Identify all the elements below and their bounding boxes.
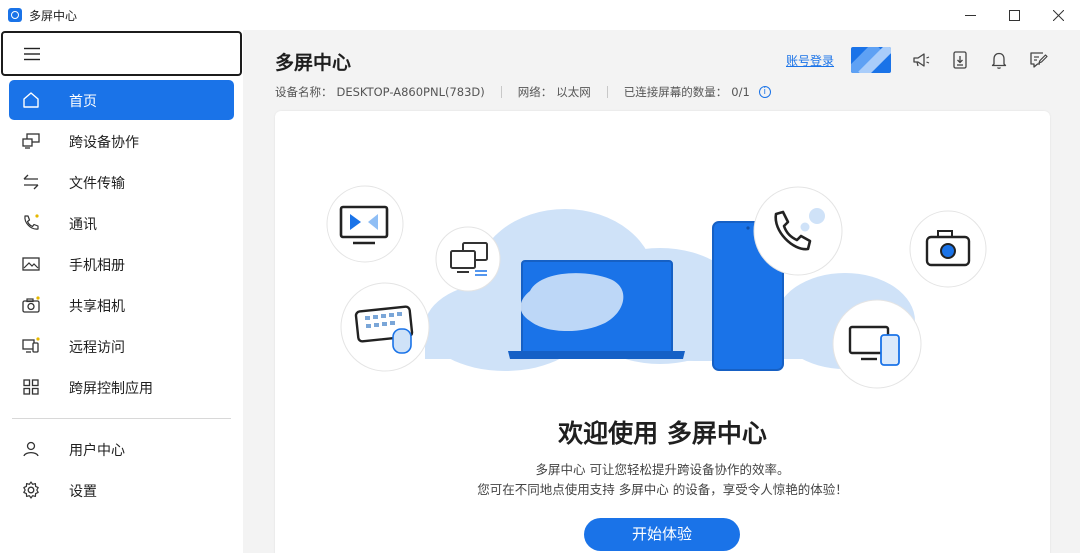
separator	[500, 86, 502, 98]
feedback-edit-icon[interactable]	[1028, 50, 1048, 70]
call-bubble	[753, 186, 843, 276]
sidebar-item-home[interactable]: 首页	[9, 80, 234, 120]
sidebar-item-label: 共享相机	[69, 299, 125, 315]
device-name-label: 设备名称：	[275, 85, 333, 99]
bell-icon[interactable]	[989, 50, 1009, 70]
device-info-bar: 设备名称： DESKTOP-A860PNL(783D) 网络： 以太网 已连接屏…	[275, 84, 771, 100]
info-icon[interactable]: i	[758, 86, 771, 98]
sidebar: 首页 跨设备协作 文件传输 通讯 手机相册 共享相机 远程访问 跨屏控制应用 用…	[0, 30, 243, 553]
app-logo-icon	[8, 8, 22, 22]
sidebar-item-communication[interactable]: 通讯	[9, 203, 234, 243]
sidebar-item-cross-screen-apps[interactable]: 跨屏控制应用	[9, 367, 234, 407]
sidebar-item-label: 文件传输	[69, 176, 125, 192]
maximize-button[interactable]	[991, 0, 1037, 30]
close-icon	[1052, 9, 1064, 21]
megaphone-icon[interactable]	[911, 50, 931, 70]
photo-icon	[22, 257, 40, 271]
video-screen-bubble	[326, 185, 404, 263]
sidebar-item-label: 设置	[69, 484, 97, 500]
network-value: 以太网	[556, 85, 591, 99]
sidebar-item-settings[interactable]: 设置	[9, 470, 234, 510]
apps-grid-icon	[23, 379, 39, 395]
connected-screens-label: 已连接屏幕的数量：	[623, 85, 728, 99]
remote-access-icon	[22, 337, 40, 353]
home-icon	[23, 92, 39, 108]
title-bar: 多屏中心	[0, 0, 1080, 30]
sidebar-item-cross-device[interactable]: 跨设备协作	[9, 121, 234, 161]
account-login-link[interactable]: 账号登录	[786, 52, 834, 69]
sidebar-item-remote-access[interactable]: 远程访问	[9, 326, 234, 366]
page-title: 多屏中心	[275, 52, 352, 74]
download-icon[interactable]	[950, 50, 970, 70]
sidebar-item-label: 手机相册	[69, 258, 125, 274]
gear-icon	[23, 481, 39, 499]
welcome-description-line-2: 您可在不同地点使用支持 多屏中心 的设备，享受令人惊艳的体验！	[477, 482, 848, 497]
welcome-description-line-1: 多屏中心 可让您轻松提升跨设备协作的效率。	[535, 462, 790, 477]
menu-toggle-button[interactable]	[1, 31, 242, 76]
phone-icon	[24, 214, 39, 230]
multi-screen-bubble	[435, 226, 501, 292]
sidebar-item-label: 跨设备协作	[69, 135, 139, 151]
hero-illustration	[326, 185, 987, 389]
sidebar-item-phone-album[interactable]: 手机相册	[9, 244, 234, 284]
sidebar-item-label: 首页	[69, 94, 97, 110]
camera-bubble	[909, 210, 987, 288]
user-icon	[23, 441, 39, 457]
welcome-card: 欢迎使用 多屏中心 多屏中心 可让您轻松提升跨设备协作的效率。 您可在不同地点使…	[275, 111, 1050, 553]
cross-device-icon	[22, 133, 40, 149]
camera-icon	[22, 296, 40, 313]
sidebar-item-label: 通讯	[69, 217, 97, 233]
sidebar-item-label: 远程访问	[69, 340, 125, 356]
promo-banner-button[interactable]	[851, 47, 891, 73]
sidebar-item-file-transfer[interactable]: 文件传输	[9, 162, 234, 202]
welcome-heading: 欢迎使用 多屏中心	[558, 419, 767, 448]
network-label: 网络：	[517, 85, 553, 99]
sidebar-item-user-center[interactable]: 用户中心	[9, 429, 234, 469]
separator	[606, 86, 608, 98]
device-name-value: DESKTOP-A860PNL(783D)	[336, 85, 485, 99]
transfer-arrows-icon	[23, 174, 39, 190]
window-title: 多屏中心	[29, 9, 78, 23]
keyboard-mouse-bubble	[340, 282, 430, 372]
sidebar-item-label: 用户中心	[69, 443, 125, 459]
close-button[interactable]	[1035, 0, 1080, 30]
maximize-icon	[1008, 9, 1020, 21]
start-experience-button[interactable]: 开始体验	[584, 518, 740, 551]
sidebar-item-shared-camera[interactable]: 共享相机	[9, 285, 234, 325]
connected-screens-value: 0/1	[731, 85, 750, 99]
hamburger-icon	[24, 47, 40, 61]
minimize-icon	[964, 14, 976, 16]
minimize-button[interactable]	[947, 0, 993, 30]
sidebar-divider	[12, 418, 231, 419]
monitor-phone-bubble	[832, 299, 922, 389]
sidebar-item-label: 跨屏控制应用	[69, 381, 153, 397]
